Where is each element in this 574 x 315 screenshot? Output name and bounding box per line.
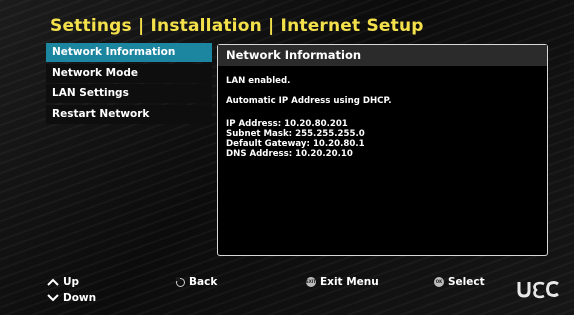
- ok-icon: OK: [434, 277, 444, 287]
- select-hint[interactable]: OK Select: [434, 276, 485, 288]
- menu-item-network-information[interactable]: Network Information: [46, 43, 212, 62]
- exit-icon: EXIT: [306, 277, 316, 287]
- subnet-mask-text: Subnet Mask: 255.255.255.0: [226, 129, 365, 139]
- brand-logo: [516, 278, 560, 304]
- back-hint[interactable]: Back: [176, 276, 217, 288]
- down-label: Down: [63, 292, 97, 304]
- default-gateway-text: Default Gateway: 10.20.80.1: [226, 139, 365, 149]
- menu-item-restart-network[interactable]: Restart Network: [46, 104, 212, 124]
- back-label: Back: [189, 276, 218, 288]
- up-hint[interactable]: Up: [47, 276, 79, 288]
- ip-mode-text: Automatic IP Address using DHCP.: [226, 96, 392, 106]
- panel-title: Network Information: [218, 45, 547, 66]
- panel-body: LAN enabled. Automatic IP Address using …: [218, 66, 547, 159]
- page-title: Settings | Installation | Internet Setup: [50, 16, 424, 36]
- menu-item-network-mode[interactable]: Network Mode: [46, 63, 212, 83]
- select-label: Select: [448, 276, 485, 288]
- up-label: Up: [63, 276, 80, 288]
- ip-address-text: IP Address: 10.20.80.201: [226, 119, 348, 129]
- chevron-up-icon: [47, 278, 59, 286]
- exit-menu-label: Exit Menu: [320, 276, 379, 288]
- lan-status-text: LAN enabled.: [226, 76, 291, 86]
- info-panel: Network Information LAN enabled. Automat…: [217, 44, 548, 256]
- back-icon: [176, 276, 185, 287]
- exit-menu-hint[interactable]: EXIT Exit Menu: [306, 276, 379, 288]
- settings-menu: Network Information Network Mode LAN Set…: [46, 43, 212, 125]
- uec-logo-icon: [517, 281, 559, 299]
- dns-address-text: DNS Address: 10.20.20.10: [226, 149, 353, 159]
- down-hint[interactable]: Down: [47, 292, 96, 304]
- chevron-down-icon: [47, 294, 59, 302]
- menu-item-lan-settings[interactable]: LAN Settings: [46, 84, 212, 104]
